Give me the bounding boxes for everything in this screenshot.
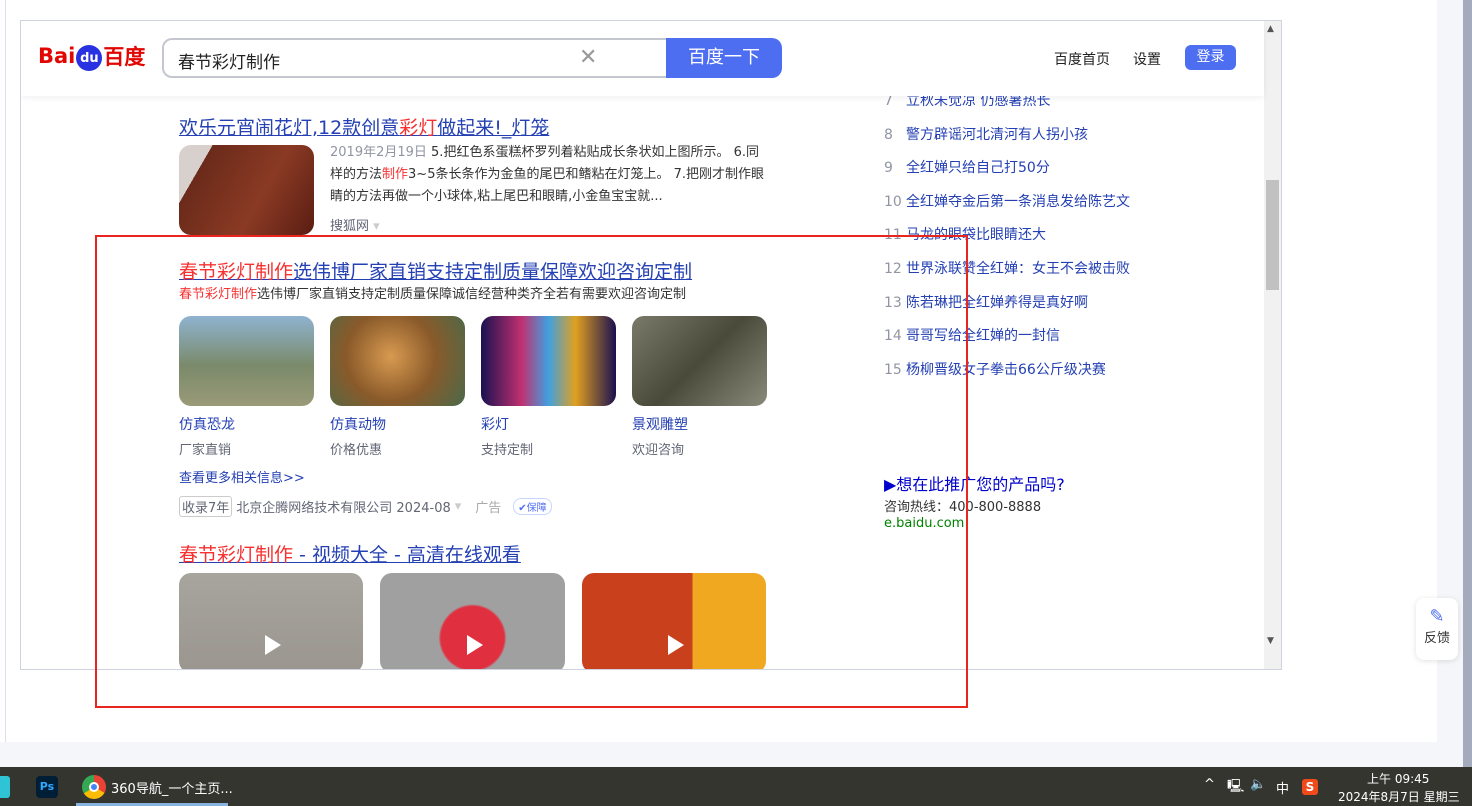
feedback-button[interactable]: ✎ 反馈 [1416, 598, 1458, 660]
chrome-icon[interactable] [82, 775, 106, 799]
chrome-task[interactable]: 360导航_一个主页... [111, 778, 233, 797]
outer-scrollbar[interactable] [1463, 0, 1472, 767]
baidu-logo[interactable]: Bai du 百度 [38, 41, 145, 71]
tray-expand-icon[interactable]: ^ [1204, 777, 1215, 792]
scroll-up-icon[interactable]: ▲ [1267, 24, 1274, 34]
dropdown-icon[interactable]: ▾ [373, 219, 380, 234]
login-button[interactable]: 登录 [1185, 45, 1236, 70]
hot-item[interactable]: 8 警方辟谣河北清河有人拐小孩 [884, 124, 1088, 144]
result-source[interactable]: 搜狐网 ▾ [330, 215, 380, 234]
clock-time[interactable]: 上午 09:45 [1367, 770, 1429, 787]
left-divider [5, 0, 6, 742]
search-header: Bai du 百度 春节彩灯制作 ✕ 百度一下 百度首页 设置 登录 [21, 21, 1264, 96]
photoshop-icon[interactable]: Ps [36, 776, 58, 798]
result-title[interactable]: 欢乐元宵闹花灯,12款创意彩灯做起来!_灯笼 [179, 113, 549, 140]
hot-item[interactable]: 9 全红婵只给自己打50分 [884, 157, 1050, 177]
taskbar: Ps 360导航_一个主页... ^ 🖳 🔈 中 S 上午 09:45 2024… [0, 767, 1472, 806]
clear-icon[interactable]: ✕ [579, 45, 597, 70]
page-scrollbar-thumb[interactable] [1266, 180, 1279, 290]
page-scrollbar[interactable] [1264, 21, 1281, 669]
scroll-down-icon[interactable]: ▼ [1267, 636, 1274, 646]
bottom-margin [0, 742, 1437, 767]
network-icon[interactable]: 🖳 [1227, 777, 1244, 799]
highlight-annotation-box [95, 235, 968, 708]
baidu-home-link[interactable]: 百度首页 [1054, 49, 1110, 69]
ime-indicator[interactable]: 中 [1276, 778, 1289, 797]
hot-item[interactable]: 10 全红婵夺金后第一条消息发给陈艺文 [884, 191, 1130, 211]
search-button[interactable]: 百度一下 [666, 38, 782, 78]
clock-date[interactable]: 2024年8月7日 星期三 [1338, 788, 1460, 805]
app-icon[interactable] [0, 776, 10, 798]
result-thumbnail[interactable] [179, 145, 314, 235]
edit-icon: ✎ [1429, 606, 1445, 627]
result-snippet: 2019年2月19日 5.把红色系蛋糕杯罗列着粘贴成长条状如上图所示。 6.同样… [330, 145, 765, 204]
sogou-icon[interactable]: S [1302, 779, 1318, 795]
settings-link[interactable]: 设置 [1133, 49, 1161, 69]
volume-icon[interactable]: 🔈 [1250, 777, 1266, 792]
